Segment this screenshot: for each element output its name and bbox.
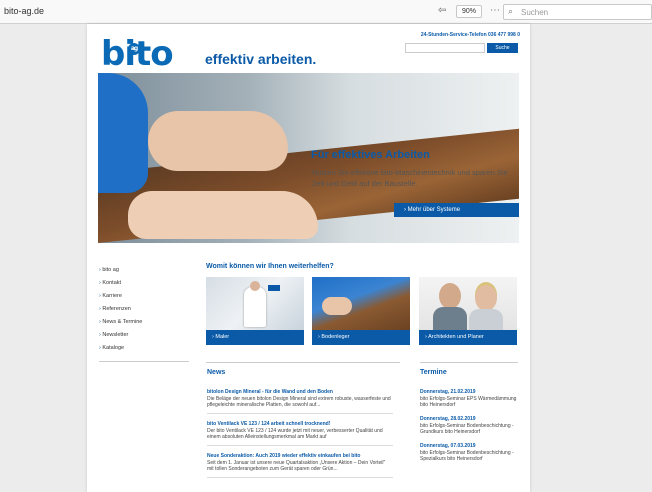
termin-date[interactable]: Donnerstag, 28.02.2019 (420, 416, 518, 423)
termine-divider (420, 362, 518, 363)
news-item[interactable]: Neue Sonderaktion: Auch 2019 wieder effe… (207, 453, 393, 478)
news-item[interactable]: bito Ventilack VE 123 / 124 arbeit schne… (207, 421, 393, 446)
sidebar-nav: bito ag Kontakt Karriere Referenzen News… (99, 264, 194, 362)
sidebar-item-bito-ag[interactable]: bito ag (99, 264, 194, 277)
tile-architekten[interactable]: Architekten und Planer (419, 277, 517, 345)
sidebar-item-kontakt[interactable]: Kontakt (99, 277, 194, 290)
hero-title: Für effektives Arbeiten (311, 149, 430, 161)
termin-text: bito Erfolgs-Seminar Bodenbeschichtung -… (420, 423, 514, 435)
termine-list: Donnerstag, 21.02.2019 bito Erfolgs-Semi… (420, 389, 518, 470)
hero-arm (98, 73, 148, 193)
site-search-input[interactable] (405, 43, 485, 53)
news-item-title[interactable]: Neue Sonderaktion: Auch 2019 wieder effe… (207, 453, 393, 460)
news-item-title[interactable]: bito Ventilack VE 123 / 124 arbeit schne… (207, 421, 393, 428)
termin-text: bito Erfolgs-Seminar Bodenbeschichtung -… (420, 450, 514, 462)
termine-heading: Termine (420, 369, 447, 376)
sidebar-item-newsletter[interactable]: Newsletter (99, 329, 194, 342)
news-heading: News (207, 369, 226, 376)
hero-banner: Für effektives Arbeiten Nutzen Sie effek… (98, 73, 519, 243)
site-search-button[interactable]: Suche (487, 43, 518, 53)
termin-text: bito Erfolgs-Seminar EPS Wärmedämmung bi… (420, 396, 517, 408)
news-item-text: Seit dem 1. Januar ist unsere neue Quart… (207, 460, 386, 472)
hero-hand-lower (128, 191, 318, 239)
termin-item[interactable]: Donnerstag, 21.02.2019 bito Erfolgs-Semi… (420, 389, 518, 408)
hero-text: Nutzen Sie effektive bito-Maschinentechn… (312, 168, 508, 188)
hero-button-label: Mehr über Systeme (407, 207, 461, 213)
sidebar-item-referenzen[interactable]: Referenzen (99, 303, 194, 316)
tile-bodenleger[interactable]: Bodenleger (312, 277, 410, 345)
teaser-heading: Womit können wir Ihnen weiterhelfen? (206, 263, 334, 270)
sidebar-divider (99, 361, 189, 362)
news-item-text: Der bito Ventilack VE 123 / 124 wurde je… (207, 428, 383, 440)
page-actions-icon[interactable]: ⋯ (490, 4, 500, 18)
browser-toolbar: bito-ag.de ⇦ 90% ⋯ ⌕ Suchen (0, 0, 652, 24)
teaser-tiles: Maler Bodenleger Architekten und Planer (206, 277, 517, 345)
tile-maler-image (206, 277, 304, 330)
termin-date[interactable]: Donnerstag, 21.02.2019 (420, 389, 518, 396)
news-divider (206, 362, 400, 363)
news-item[interactable]: bitolon Design Mineral - für die Wand un… (207, 389, 393, 414)
news-item-title[interactable]: bitolon Design Mineral - für die Wand un… (207, 389, 393, 396)
logo-badge: ag (128, 43, 140, 55)
search-placeholder: Suchen (521, 8, 549, 17)
termin-item[interactable]: Donnerstag, 07.03.2019 bito Erfolgs-Semi… (420, 443, 518, 462)
tile-maler[interactable]: Maler (206, 277, 304, 345)
hero-hand (148, 111, 288, 171)
news-item-text: Die Beläge der neuen bitolon Design Mine… (207, 396, 391, 408)
web-page: bito ag effektiv arbeiten. 24-Stunden-Se… (87, 24, 530, 492)
sidebar-item-news-termine[interactable]: News & Termine (99, 316, 194, 329)
news-list: bitolon Design Mineral - für die Wand un… (207, 389, 393, 485)
reader-view-icon[interactable]: ⇦ (438, 4, 446, 18)
hotline: 24-Stunden-Service-Telefon 036 477 998 0 (420, 32, 520, 38)
browser-search-input[interactable]: ⌕ Suchen (503, 4, 652, 20)
sidebar-item-kataloge[interactable]: Kataloge (99, 342, 194, 355)
hero-button[interactable]: › Mehr über Systeme (394, 203, 519, 217)
tagline: effektiv arbeiten. (205, 51, 317, 67)
tile-architekten-image (419, 277, 517, 330)
bito-logo[interactable]: bito ag (101, 36, 174, 72)
zoom-indicator[interactable]: 90% (456, 5, 482, 18)
tile-bodenleger-image (312, 277, 410, 330)
termin-item[interactable]: Donnerstag, 28.02.2019 bito Erfolgs-Semi… (420, 416, 518, 435)
search-icon: ⌕ (508, 6, 514, 16)
tile-maler-label: Maler (206, 330, 304, 345)
tile-architekten-label: Architekten und Planer (419, 330, 517, 345)
termin-date[interactable]: Donnerstag, 07.03.2019 (420, 443, 518, 450)
tile-bodenleger-label: Bodenleger (312, 330, 410, 345)
address-bar[interactable]: bito-ag.de (4, 6, 44, 16)
sidebar-item-karriere[interactable]: Karriere (99, 290, 194, 303)
